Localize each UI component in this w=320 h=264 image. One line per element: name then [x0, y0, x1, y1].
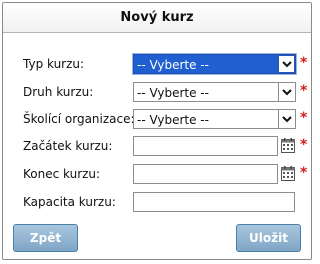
- required-marker: *: [300, 165, 308, 181]
- calendar-icon[interactable]: [281, 166, 295, 181]
- course-type-value: -- Vyberte --: [137, 58, 209, 72]
- course-kind-value: -- Vyberte --: [137, 86, 209, 100]
- course-kind-select[interactable]: -- Vyberte --: [133, 82, 296, 102]
- end-date-input[interactable]: [133, 164, 278, 184]
- capacity-label: Kapacita kurzu:: [23, 195, 116, 209]
- training-org-label: Školící organizace:: [23, 112, 135, 126]
- chevron-down-icon[interactable]: [278, 55, 295, 73]
- training-org-value: -- Vyberte --: [137, 113, 209, 127]
- course-kind-label: Druh kurzu:: [23, 85, 94, 99]
- required-marker: *: [300, 110, 308, 126]
- calendar-icon[interactable]: [281, 138, 295, 153]
- save-button[interactable]: Uložit: [236, 224, 301, 252]
- chevron-down-icon[interactable]: [278, 83, 295, 101]
- start-date-label: Začátek kurzu:: [23, 139, 113, 153]
- capacity-input[interactable]: [133, 192, 295, 212]
- training-org-select[interactable]: -- Vyberte --: [133, 109, 296, 129]
- course-type-label: Typ kurzu:: [23, 57, 85, 71]
- start-date-input[interactable]: [133, 136, 278, 156]
- dialog-title: Nový kurz: [3, 3, 311, 33]
- required-marker: *: [300, 137, 308, 153]
- chevron-down-icon[interactable]: [278, 110, 295, 128]
- required-marker: *: [300, 83, 308, 99]
- end-date-label: Konec kurzu:: [23, 167, 101, 181]
- new-course-dialog: Nový kurz Typ kurzu: -- Vyberte -- * Dru…: [2, 2, 312, 260]
- back-button[interactable]: Zpět: [13, 224, 78, 252]
- course-type-select[interactable]: -- Vyberte --: [133, 54, 296, 74]
- required-marker: *: [300, 55, 308, 71]
